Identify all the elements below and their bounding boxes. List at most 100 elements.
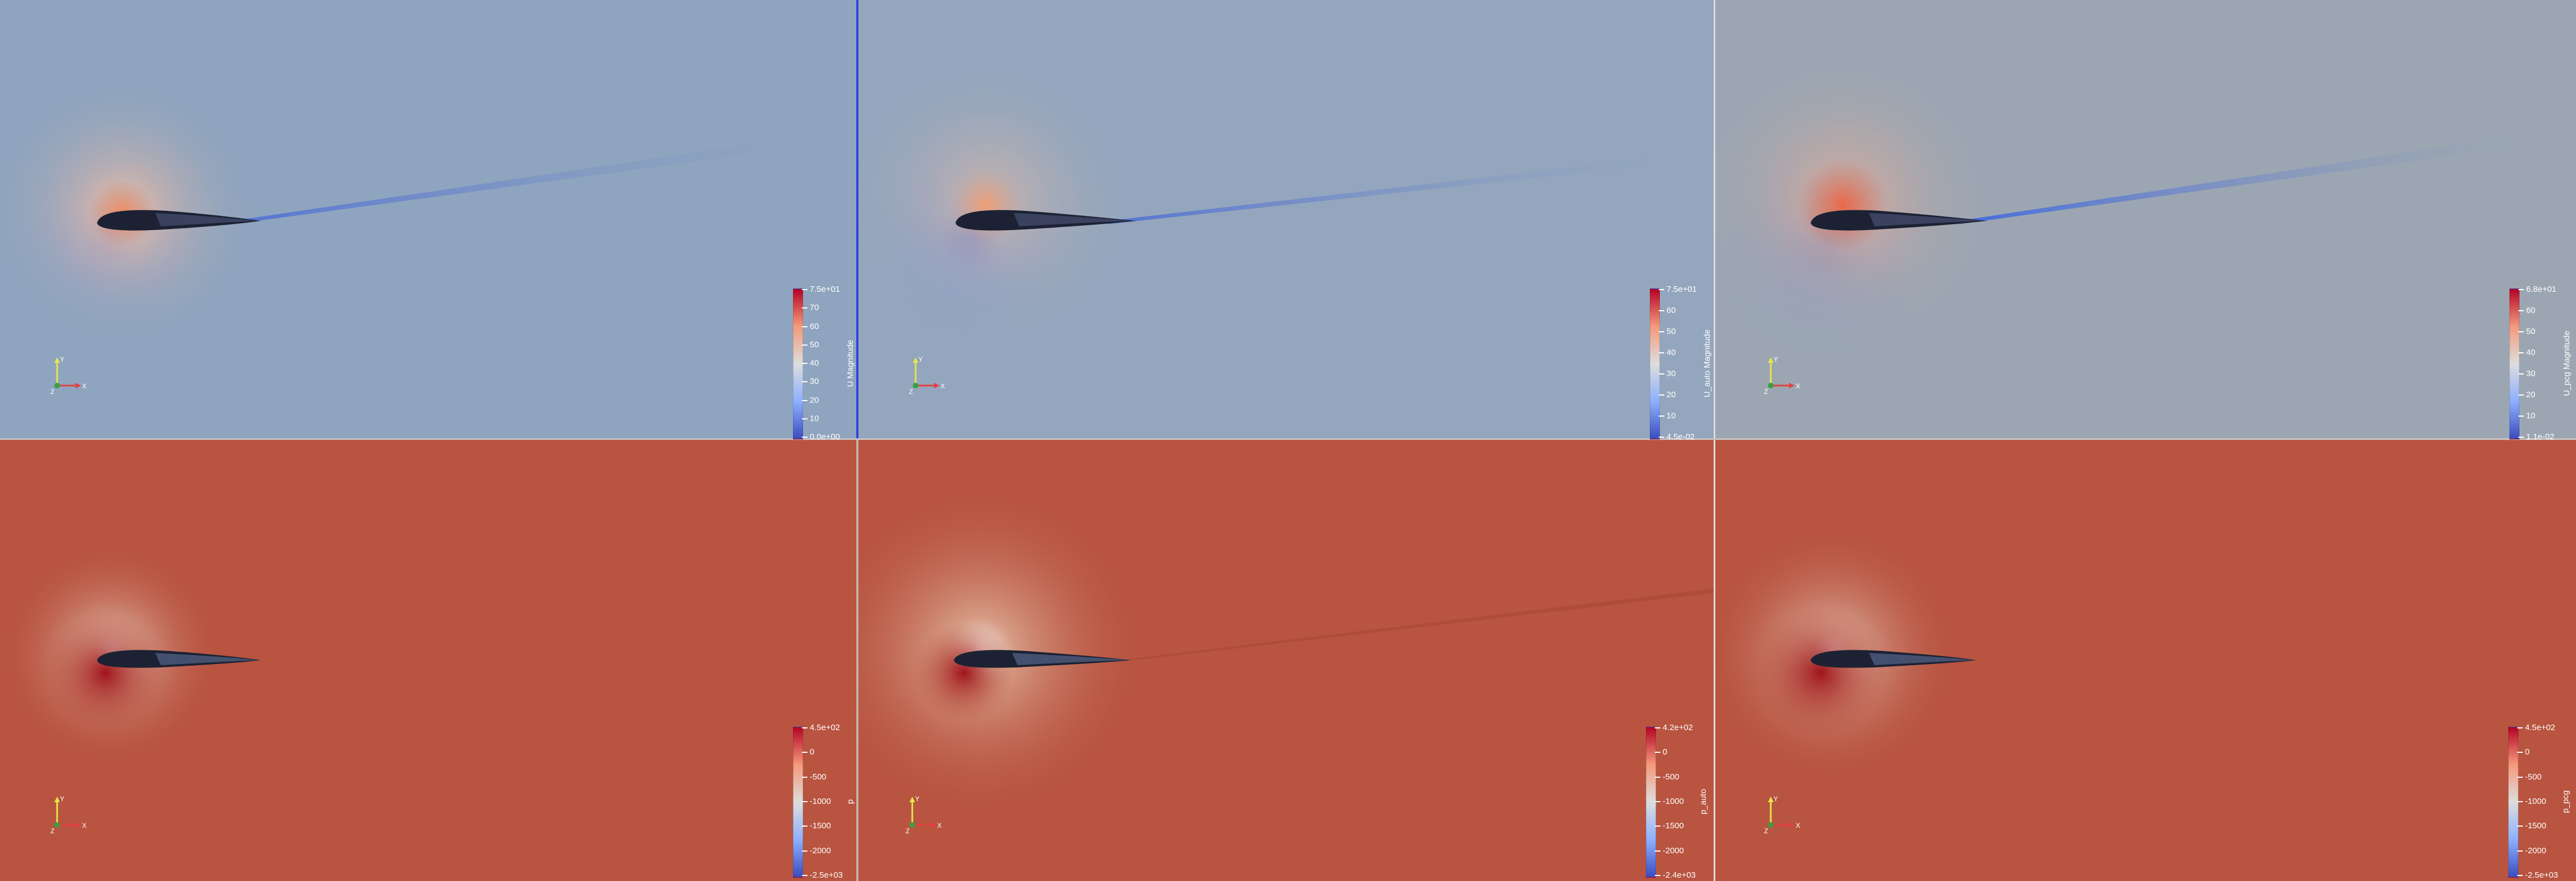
colorbar-tick-label: -1500	[1663, 821, 1684, 831]
colorbar-tick-label: 30	[810, 377, 819, 386]
orientation-axes-icon: Y X Z	[1764, 795, 1800, 835]
colorbar-tick-label: 4.5e-02	[1666, 432, 1695, 442]
colorbar-tick	[802, 400, 807, 401]
render-view-p-auto[interactable]	[858, 440, 1714, 881]
colorbar-legend[interactable]: 4.2e+02 0 -500 -1000 -1500 -2000 -2.4e+03 p_aut…	[1646, 723, 1713, 880]
x-axis-label: X	[82, 382, 87, 390]
colorbar-tick	[802, 326, 807, 327]
colorbar-title: p_pcg	[2561, 790, 2570, 813]
colorbar-tick-label: 4.5e+02	[2525, 723, 2555, 732]
colorbar-tick	[1655, 801, 1660, 802]
orientation-axes-icon: Y X Z	[906, 795, 942, 835]
y-axis-arrowhead	[1768, 357, 1774, 363]
colorbar-tick	[1659, 394, 1664, 396]
colorbar-tick-label: 10	[1666, 411, 1676, 421]
y-axis-label: Y	[60, 795, 64, 803]
z-axis-label: Z	[50, 388, 54, 396]
colorbar-tick-label: 40	[810, 358, 819, 368]
colorbar-tick-label: 40	[1666, 348, 1676, 357]
colorbar-tick	[1659, 310, 1664, 311]
render-view-p-pcg[interactable]	[1715, 440, 2576, 881]
view-separator[interactable]	[1714, 0, 1715, 881]
colorbar-legend[interactable]: 7.5e+01 70 60 50 40 30 20 10 0.0e+00 U Magnitude	[793, 285, 860, 442]
colorbar-tick	[802, 801, 807, 802]
colorbar-tick-label: -2.5e+03	[2525, 870, 2558, 880]
render-view-grid: 7.5e+01 70 60 50 40 30 20 10 0.0e+00 U Magnitude Y…	[0, 0, 2576, 881]
x-axis-arrowhead	[1789, 383, 1795, 388]
colorbar-tick-label: 20	[810, 396, 819, 405]
colorbar-tick-label: 10	[810, 414, 819, 423]
y-axis-label: Y	[60, 356, 64, 363]
colorbar-tick-label: 20	[2526, 390, 2536, 399]
colorbar-tick	[2518, 331, 2524, 332]
colorbar-tick	[2517, 777, 2523, 778]
x-axis-arrowhead	[934, 383, 939, 388]
z-axis-marker	[54, 822, 60, 828]
y-axis-arrowhead	[54, 797, 60, 802]
z-axis-marker	[54, 383, 60, 388]
colorbar-tick	[802, 875, 807, 876]
colorbar-tick-label: -2.5e+03	[810, 870, 843, 880]
z-axis-label: Z	[909, 388, 913, 396]
colorbar-tick-label: -2.4e+03	[1663, 870, 1696, 880]
colorbar-tick	[1655, 826, 1660, 827]
colorbar-tick-label: 50	[2526, 327, 2536, 336]
colorbar-legend[interactable]: 6.8e+01 60 50 40 30 20 10 1.1e-02 U_pcg Magnitud…	[2509, 285, 2576, 442]
colorbar-tick	[1659, 416, 1664, 417]
colorbar-tick	[802, 381, 807, 382]
colorbar-tick	[2517, 752, 2523, 753]
colorbar-tick	[802, 363, 807, 364]
colorbar-tick-label: 7.5e+01	[1666, 285, 1697, 294]
y-axis-label: Y	[1774, 795, 1778, 803]
view-separator[interactable]	[0, 438, 2576, 440]
colorbar-tick-label: -2000	[810, 846, 831, 855]
render-view-p[interactable]	[0, 440, 856, 881]
x-axis-arrowhead	[75, 383, 81, 388]
colorbar-tick	[802, 289, 807, 290]
colorbar-tick-label: 7.5e+01	[810, 285, 840, 294]
colorbar-tick	[802, 418, 807, 419]
colorbar-tick-label: 0	[1663, 747, 1668, 757]
colorbar-legend[interactable]: 4.5e+02 0 -500 -1000 -1500 -2000 -2.5e+03 p_pcg	[2508, 723, 2575, 880]
velocity-field-plot	[858, 0, 1714, 438]
colorbar-tick	[2517, 850, 2523, 852]
pressure-field-plot	[0, 440, 856, 881]
x-axis-arrowhead	[75, 822, 81, 828]
pressure-field-plot	[1715, 440, 2576, 881]
colorbar-legend[interactable]: 7.5e+01 60 50 40 30 20 10 4.5e-02 U_auto Magnitu…	[1650, 285, 1716, 442]
colorbar-tick-label: 1.1e-02	[2526, 432, 2554, 442]
orientation-axes-icon: Y X Z	[50, 356, 87, 396]
colorbar-tick-label: 40	[2526, 348, 2536, 357]
render-view-u-auto-magnitude[interactable]	[858, 0, 1714, 438]
x-axis-label: X	[941, 382, 945, 390]
y-axis-arrowhead	[1768, 797, 1774, 802]
colorbar-tick-label: 0	[2525, 747, 2530, 757]
y-axis-arrowhead	[54, 357, 60, 363]
colorbar-tick-label: 30	[1666, 369, 1676, 378]
colorbar-tick-label: -1000	[2525, 797, 2547, 806]
colorbar-gradient	[793, 727, 803, 878]
x-axis-label: X	[937, 822, 942, 829]
colorbar-title: p_auto	[1699, 789, 1708, 814]
colorbar-tick	[1655, 875, 1660, 876]
colorbar-tick	[1659, 437, 1664, 438]
y-axis-arrowhead	[910, 797, 915, 802]
colorbar-tick-label: -1000	[1663, 797, 1684, 806]
colorbar-tick-label: 50	[1666, 327, 1676, 336]
velocity-field-plot	[0, 0, 856, 438]
z-axis-marker	[1768, 383, 1774, 388]
colorbar-tick-label: 30	[2526, 369, 2536, 378]
x-axis-label: X	[1796, 822, 1800, 829]
pressure-field-plot	[858, 440, 1714, 881]
render-view-u-magnitude[interactable]	[0, 0, 856, 438]
colorbar-tick	[802, 345, 807, 346]
colorbar-tick-label: -2000	[2525, 846, 2547, 855]
colorbar-tick	[1655, 850, 1660, 852]
render-view-u-pcg-magnitude[interactable]	[1715, 0, 2576, 438]
colorbar-legend[interactable]: 4.5e+02 0 -500 -1000 -1500 -2000 -2.5e+03 p	[793, 723, 860, 880]
colorbar-tick-label: -500	[1663, 772, 1680, 782]
colorbar-tick	[2517, 727, 2523, 728]
z-axis-marker	[1768, 822, 1774, 828]
colorbar-tick	[2517, 826, 2523, 827]
orientation-axes-icon: Y X Z	[50, 795, 87, 835]
